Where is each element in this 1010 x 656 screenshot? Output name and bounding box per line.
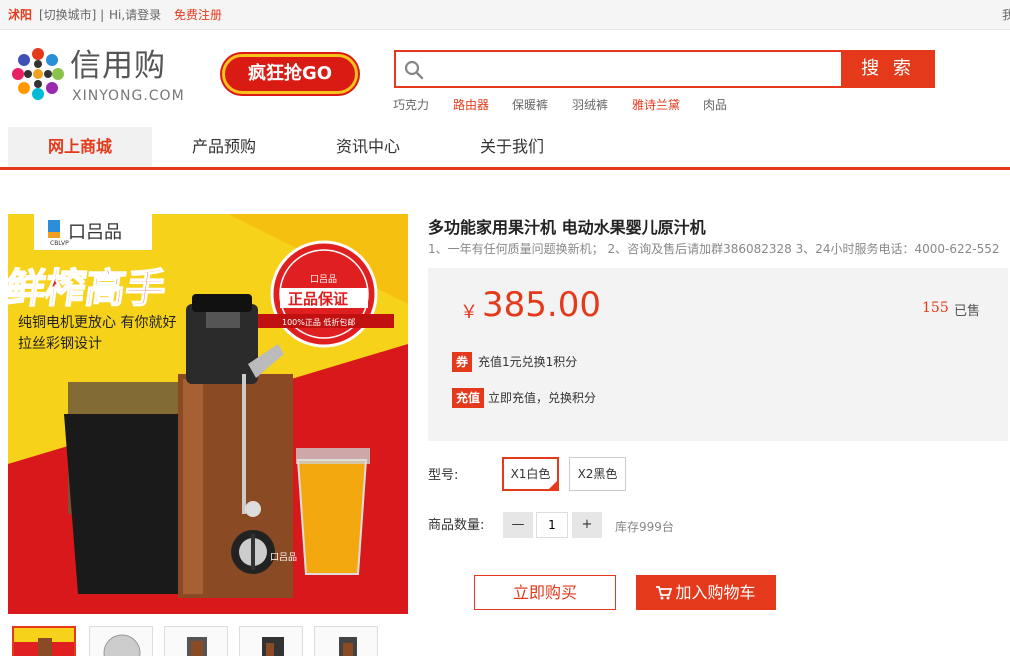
quantity-increase-button[interactable]: + [572, 512, 602, 538]
hot-word[interactable]: 羽绒裤 [572, 98, 608, 112]
seal-top-text: 口吕品 [310, 274, 337, 285]
login-link[interactable]: Hi,请登录 [109, 8, 161, 22]
nav-item-presale[interactable]: 产品预购 [152, 127, 296, 167]
hot-word[interactable]: 巧克力 [393, 98, 429, 112]
product-price: 385.00 [482, 285, 601, 325]
nav-item-mall[interactable]: 网上商城 [8, 127, 152, 167]
logo-subtitle: XINYONG.COM [72, 88, 185, 104]
brand-logo-text: 口吕品 [68, 222, 122, 243]
search-box [394, 50, 841, 88]
nav-item-news[interactable]: 资讯中心 [296, 127, 440, 167]
product-title: 多功能家用果汁机 电动水果婴儿原汁机 [428, 218, 706, 237]
product-subtitle: 1、一年有任何质量问题换新机； 2、咨询及售后请加群386082328 3、24… [428, 242, 1000, 256]
add-to-cart-button[interactable]: 加入购物车 [636, 575, 776, 610]
top-right-link[interactable]: 我 [1002, 8, 1010, 22]
model-option-label: X2黑色 [577, 467, 618, 481]
nav-underline [0, 167, 1010, 170]
quantity-decrease-button[interactable]: — [503, 512, 533, 538]
banner-headline: 鲜榨高手 [8, 266, 169, 312]
hot-word[interactable]: 肉品 [703, 98, 727, 112]
coupon-tag: 券 [452, 352, 473, 372]
thumbnail[interactable] [239, 626, 303, 656]
logo-text[interactable]: 信用购 [70, 48, 166, 84]
hot-word[interactable]: 路由器 [453, 98, 489, 112]
search-icon [404, 60, 424, 80]
recharge-tag: 充值 [452, 388, 485, 408]
quantity-label: 商品数量: [428, 518, 485, 533]
top-bar: 沭阳 [切换城市] | Hi,请登录 免费注册 我 [0, 0, 1010, 30]
stock-text: 库存999台 [615, 520, 674, 534]
brand-sub-text: CBLVP [50, 240, 69, 247]
thumbnail[interactable] [12, 626, 76, 656]
hot-word[interactable]: 保暖裤 [512, 98, 548, 112]
sold-count: 155 [922, 300, 949, 316]
price-panel: ￥ 385.00 155 已售 券 充值1元兑换1积分 充值 立即充值，兑换积分 [428, 268, 1008, 441]
banner-line2: 拉丝彩钢设计 [18, 336, 102, 352]
seal-bottom-text: 100%正品 低折包邮 [282, 317, 355, 327]
nav-item-about[interactable]: 关于我们 [440, 127, 584, 167]
banner-line1: 纯铜电机更放心 有你就好 [18, 315, 176, 331]
promo-badge[interactable]: 疯狂抢GO [222, 54, 358, 94]
hot-word[interactable]: 雅诗兰黛 [632, 98, 680, 112]
recharge-text[interactable]: 立即充值，兑换积分 [488, 388, 596, 408]
selected-check-icon [548, 480, 558, 490]
sold-label: 已售 [954, 304, 981, 319]
register-link[interactable]: 免费注册 [174, 8, 222, 22]
currency-symbol: ￥ [460, 302, 478, 323]
search-input[interactable] [426, 56, 826, 82]
seal-main-text: 正品保证 [288, 290, 348, 308]
coupon-text: 充值1元兑换1积分 [478, 355, 578, 369]
add-to-cart-label: 加入购物车 [675, 583, 756, 602]
thumbnail[interactable] [89, 626, 153, 656]
model-option-x1[interactable]: X1白色 [502, 457, 559, 491]
model-label: 型号: [428, 468, 459, 483]
thumbnail[interactable] [314, 626, 378, 656]
model-option-x2[interactable]: X2黑色 [569, 457, 626, 491]
current-city[interactable]: 沭阳 [8, 8, 32, 22]
model-option-label: X1白色 [510, 467, 551, 481]
buy-now-button[interactable]: 立即购买 [474, 575, 616, 610]
thumbnail[interactable] [164, 626, 228, 656]
logo-icon[interactable] [8, 44, 68, 104]
device-brand-text: 口吕品 [270, 552, 297, 563]
switch-city-link[interactable]: [切换城市] | [39, 8, 104, 22]
search-button[interactable]: 搜 索 [841, 50, 935, 88]
product-main-image[interactable]: 口吕品 CBLVP 鲜榨高手 纯铜电机更放心 有你就好 拉丝彩钢设计 口吕品 正… [8, 214, 408, 614]
cart-icon [656, 586, 673, 600]
juicer-banner-image: 口吕品 CBLVP 鲜榨高手 纯铜电机更放心 有你就好 拉丝彩钢设计 口吕品 正… [8, 214, 408, 614]
quantity-input[interactable] [536, 512, 568, 538]
